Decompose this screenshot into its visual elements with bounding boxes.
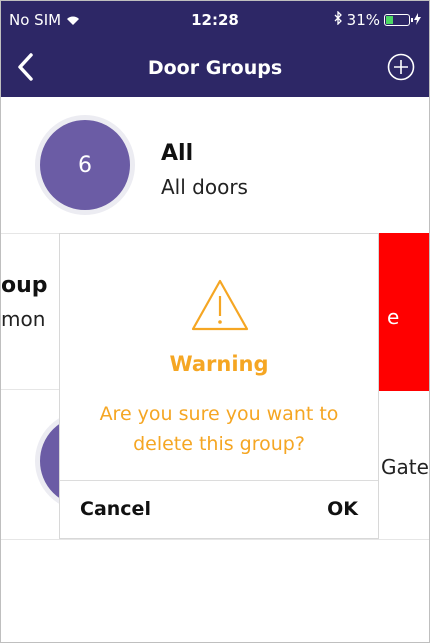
ok-button[interactable]: OK	[327, 498, 358, 520]
dialog-overlay: Warning Are you sure you want to delete …	[1, 1, 429, 642]
screen: No SIM 12:28 31% Door Groups 6 All All d…	[0, 0, 430, 643]
dialog-title: Warning	[169, 352, 269, 376]
dialog-message: Are you sure you want to delete this gro…	[99, 403, 339, 455]
cancel-button[interactable]: Cancel	[80, 498, 151, 520]
dialog-divider	[60, 480, 378, 481]
warning-icon	[191, 279, 249, 331]
warning-dialog: Warning Are you sure you want to delete …	[59, 233, 379, 539]
